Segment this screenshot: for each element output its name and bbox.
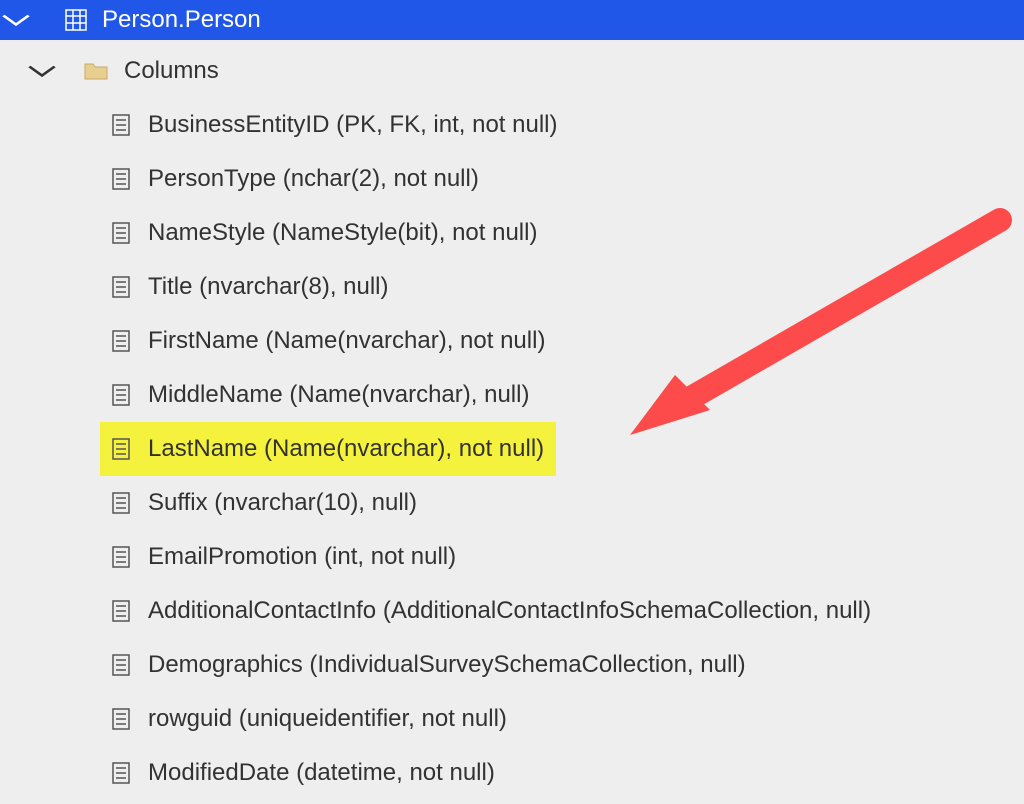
column-label: BusinessEntityID (PK, FK, int, not null) (148, 111, 558, 139)
table-header[interactable]: Person.Person (0, 0, 1024, 40)
column-label: MiddleName (Name(nvarchar), null) (148, 381, 529, 409)
column-icon (110, 708, 132, 730)
columns-folder[interactable]: Columns (0, 44, 1024, 98)
column-item[interactable]: BusinessEntityID (PK, FK, int, not null) (0, 98, 1024, 152)
column-label: Suffix (nvarchar(10), null) (148, 489, 417, 517)
chevron-down-icon[interactable] (0, 8, 33, 32)
column-item[interactable]: Suffix (nvarchar(10), null) (0, 476, 1024, 530)
column-icon (110, 438, 132, 460)
column-item[interactable]: rowguid (uniqueidentifier, not null) (0, 692, 1024, 746)
column-label: Title (nvarchar(8), null) (148, 273, 389, 301)
column-item[interactable]: FirstName (Name(nvarchar), not null) (0, 314, 1024, 368)
column-icon (110, 654, 132, 676)
column-item[interactable]: NameStyle (NameStyle(bit), not null) (0, 206, 1024, 260)
column-label: Demographics (IndividualSurveySchemaColl… (148, 651, 746, 679)
column-item[interactable]: MiddleName (Name(nvarchar), null) (0, 368, 1024, 422)
table-icon (64, 8, 88, 32)
column-label: FirstName (Name(nvarchar), not null) (148, 327, 545, 355)
column-label: AdditionalContactInfo (AdditionalContact… (148, 597, 871, 625)
folder-icon (84, 59, 108, 83)
column-label: EmailPromotion (int, not null) (148, 543, 456, 571)
column-item[interactable]: ModifiedDate (datetime, not null) (0, 746, 1024, 800)
column-item[interactable]: Title (nvarchar(8), null) (0, 260, 1024, 314)
column-icon (110, 600, 132, 622)
chevron-down-icon[interactable] (25, 59, 59, 83)
column-label: PersonType (nchar(2), not null) (148, 165, 479, 193)
column-item[interactable]: PersonType (nchar(2), not null) (0, 152, 1024, 206)
column-label: ModifiedDate (datetime, not null) (148, 759, 495, 787)
column-icon (110, 276, 132, 298)
column-label: LastName (Name(nvarchar), not null) (148, 435, 544, 463)
column-item[interactable]: LastName (Name(nvarchar), not null) (100, 422, 556, 476)
column-icon (110, 330, 132, 352)
column-icon (110, 114, 132, 136)
column-item[interactable]: Demographics (IndividualSurveySchemaColl… (0, 638, 1024, 692)
column-item[interactable]: EmailPromotion (int, not null) (0, 530, 1024, 584)
column-label: rowguid (uniqueidentifier, not null) (148, 705, 507, 733)
column-icon (110, 384, 132, 406)
column-icon (110, 222, 132, 244)
column-item[interactable]: AdditionalContactInfo (AdditionalContact… (0, 584, 1024, 638)
table-title: Person.Person (102, 6, 261, 34)
column-icon (110, 546, 132, 568)
column-icon (110, 168, 132, 190)
column-label: NameStyle (NameStyle(bit), not null) (148, 219, 537, 247)
columns-label: Columns (124, 57, 219, 85)
column-icon (110, 492, 132, 514)
tree-body: Columns BusinessEntityID (PK, FK, int, n… (0, 40, 1024, 800)
column-icon (110, 762, 132, 784)
